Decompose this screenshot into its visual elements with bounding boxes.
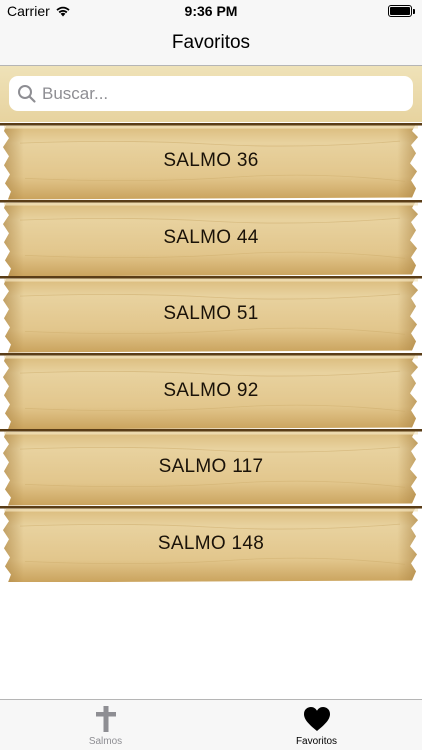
psalm-row-148[interactable]: SALMO 148 [0, 505, 422, 582]
tab-bar: Salmos Favoritos [0, 699, 422, 750]
psalm-row-36[interactable]: SALMO 36 [0, 123, 422, 200]
navigation-bar: Favoritos [0, 22, 422, 66]
psalm-row-51[interactable]: SALMO 51 [0, 276, 422, 353]
tab-salmos[interactable]: Salmos [0, 700, 211, 750]
status-bar: Carrier 9:36 PM [0, 0, 422, 22]
battery-icon [388, 5, 415, 17]
page-title: Favoritos [171, 32, 251, 53]
psalm-label: SALMO 92 [163, 379, 259, 401]
cross-icon [95, 706, 116, 732]
tab-favoritos[interactable]: Favoritos [211, 700, 422, 750]
psalm-label: SALMO 148 [157, 532, 265, 554]
search-box[interactable] [9, 76, 413, 111]
search-bar [0, 66, 422, 122]
tab-label: Favoritos [295, 736, 338, 747]
psalm-label: SALMO 117 [158, 456, 264, 478]
status-time: 9:36 PM [184, 3, 238, 19]
psalm-list: SALMO 36 SALMO 44 SALMO 51 SALMO 92 SALM… [0, 123, 422, 582]
psalm-row-117[interactable]: SALMO 117 [0, 429, 422, 506]
search-input[interactable] [42, 83, 402, 104]
psalm-row-44[interactable]: SALMO 44 [0, 199, 422, 276]
psalm-label: SALMO 44 [163, 226, 259, 248]
tab-label: Salmos [88, 736, 123, 747]
heart-icon [303, 707, 330, 731]
psalm-label: SALMO 36 [163, 150, 259, 172]
search-icon [18, 84, 36, 103]
psalm-label: SALMO 51 [163, 303, 259, 325]
psalm-row-92[interactable]: SALMO 92 [0, 352, 422, 429]
